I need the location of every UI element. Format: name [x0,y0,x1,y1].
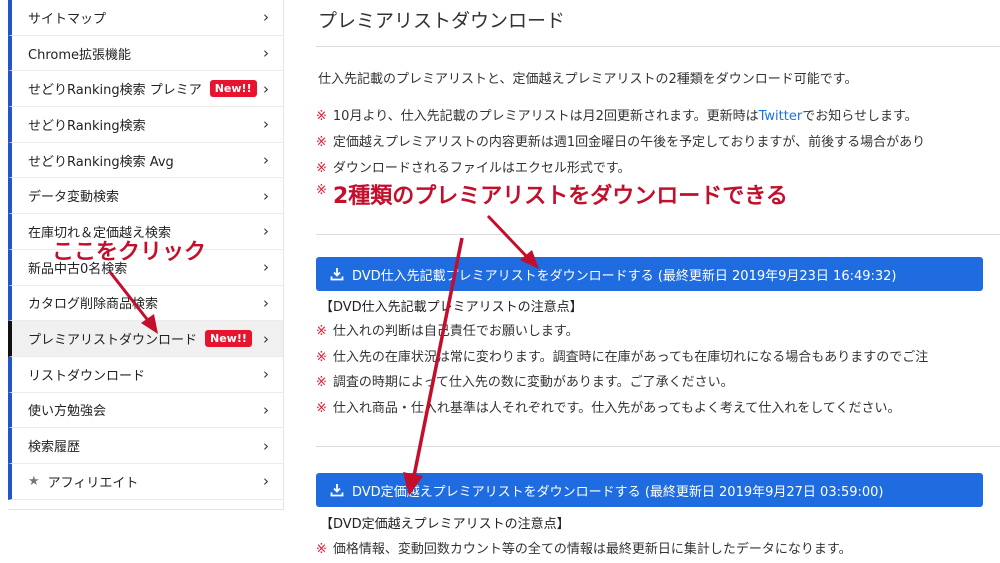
sidebar-item[interactable]: サイトマップ › [8,0,283,36]
note-line: ※ 仕入先の在庫状況は常に変わります。調査時に在庫があっても在庫切れになる場合もあ… [316,346,928,365]
note-mark: ※ [316,161,327,176]
note-text: 仕入れ商品・仕入れ基準は人それぞれです。仕入先があってもよく考えて仕入れをしてく… [332,400,901,416]
note-text: 定価越えプレミアリストの内容更新は週1回金曜日の午後を予定しておりますが、前後す… [332,135,926,150]
chevron-right-icon: › [263,436,269,455]
chevron-right-icon: › [263,222,269,241]
sidebar-item[interactable]: リストダウンロード › [8,356,283,393]
note-line: ※ ダウンロードされるファイルはエクセル形式です。 [316,157,631,176]
new-badge: New!! [209,80,257,98]
chevron-right-icon: › [263,293,269,312]
star-icon: ★ [28,473,40,489]
note-text: 仕入先の在庫状況は常に変わります。調査時に在庫があっても在庫切れになる場合もあり… [332,349,929,365]
chevron-right-icon: › [263,44,269,63]
note-text-tail: でお知らせします。 [802,109,918,124]
note-line: ※ 価格情報、変動回数カウント等の全ての情報は最終更新日に集計したデータになります… [316,538,852,557]
sidebar-item-label: せどりRanking検索 プレミア [28,83,202,99]
note-mark: ※ [316,109,327,124]
chevron-right-icon: › [263,258,269,277]
note-line: ※ 仕入れ商品・仕入れ基準は人それぞれです。仕入先があってもよく考えて仕入れをして… [316,397,901,416]
note-text: 調査の時期によって仕入先の数に変動があります。ご了承ください。 [332,375,734,390]
main-content: プレミアリストダウンロード 仕入先記載のプレミアリストと、定価越えプレミアリスト… [300,0,1000,563]
chevron-right-icon: › [263,8,269,27]
divider [316,446,1000,447]
sidebar-item-label: せどりRanking検索 Avg [28,154,174,170]
new-badge: New!! [205,330,252,348]
intro-text: 仕入先記載のプレミアリストと、定価越えプレミアリストの2種類をダウンロード可能で… [318,72,858,87]
note-text: 価格情報、変動回数カウント等の全ての情報は最終更新日に集計したデータになります。 [332,542,852,557]
chevron-right-icon: › [263,151,269,170]
note-text: ダウンロードされるファイルはエクセル形式です。 [332,161,631,176]
note-mark: ※ [316,542,327,557]
sidebar-item[interactable]: せどりRanking検索 Avg › [8,142,283,179]
sidebar-item-label: せどりRanking検索 [28,118,146,134]
note-mark: ※ [316,400,327,416]
download-icon [330,268,344,281]
note-mark: ※ [316,135,327,150]
divider [316,46,1000,47]
twitter-link[interactable]: Twitter [759,109,803,124]
sidebar-item[interactable]: 検索履歴 › [8,428,283,464]
note-mark: ※ [316,349,327,365]
sidebar-item[interactable]: カタログ削除商品検索 › [8,285,283,322]
chevron-right-icon: › [263,329,269,348]
download-button-over-list-price[interactable]: DVD定価越えプレミアリストをダウンロードする (最終更新日 2019年9月27… [316,473,983,507]
note-line: ※ 10月より、仕入先記載のプレミアリストは月2回更新されます。更新時はTwitt… [316,105,918,124]
note-line: ※ 定価越えプレミアリストの内容更新は週1回金曜日の午後を予定しておりますが、前後… [316,131,925,150]
sidebar-item-label: Chrome拡張機能 [28,47,131,63]
sidebar-item-label: リストダウンロード [28,368,146,384]
annotation-headline: 2種類のプレミアリストをダウンロードできる [333,184,788,209]
sidebar-item[interactable]: せどりRanking検索 プレミア New!! › [8,71,283,108]
note-mark: ※ [316,324,327,339]
caution-title-supplier: 【DVD仕入先記載プレミアリストの注意点】 [320,300,583,315]
sidebar-item[interactable]: せどりRanking検索 › [8,107,283,143]
note-line: ※ 仕入れの判断は自己責任でお願いします。 [316,320,579,339]
chevron-right-icon: › [263,79,269,98]
sidebar-item-label: カタログ削除商品検索 [28,297,159,313]
annotation-click-here: ここをクリック [52,240,207,265]
note-line: ※ [316,183,333,198]
note-text: 仕入れの判断は自己責任でお願いします。 [332,324,579,339]
note-mark: ※ [316,375,327,390]
chevron-right-icon: › [263,115,269,134]
sidebar-item-label: プレミアリストダウンロード [28,333,198,349]
divider [316,234,1000,235]
chevron-right-icon: › [263,400,269,419]
sidebar-item-label: 検索履歴 [28,440,81,456]
download-icon [330,484,344,497]
sidebar-item[interactable]: プレミアリストダウンロード New!! › [8,321,283,357]
note-line: ※ 調査の時期によって仕入先の数に変動があります。ご了承ください。 [316,371,734,390]
sidebar-item-label: アフィリエイト [47,475,139,491]
sidebar-item[interactable]: Chrome拡張機能 › [8,35,283,72]
download-button-supplier-list[interactable]: DVD仕入先記載プレミアリストをダウンロードする (最終更新日 2019年9月2… [316,257,983,291]
chevron-right-icon: › [263,472,269,491]
chevron-right-icon: › [263,186,269,205]
sidebar-item[interactable]: データ変動検索 › [8,178,283,215]
caution-title-over-list-price: 【DVD定価越えプレミアリストの注意点】 [320,517,570,532]
note-text: 10月より、仕入先記載のプレミアリストは月2回更新されます。更新時は [332,109,759,124]
sidebar-item-label: サイトマップ [28,11,107,27]
download-button-supplier-label: DVD仕入先記載プレミアリストをダウンロードする (最終更新日 2019年9月2… [352,268,897,284]
page-title: プレミアリストダウンロード [318,10,566,32]
sidebar-item-label: 使い方勉強会 [28,404,107,420]
sidebar-item[interactable]: 使い方勉強会 › [8,392,283,429]
note-mark: ※ [316,183,327,198]
sidebar-item-label: データ変動検索 [28,190,120,206]
chevron-right-icon: › [263,365,269,384]
sidebar-item[interactable]: ★ アフィリエイト › [8,463,283,500]
download-button-over-list-price-label: DVD定価越えプレミアリストをダウンロードする (最終更新日 2019年9月27… [352,484,884,500]
